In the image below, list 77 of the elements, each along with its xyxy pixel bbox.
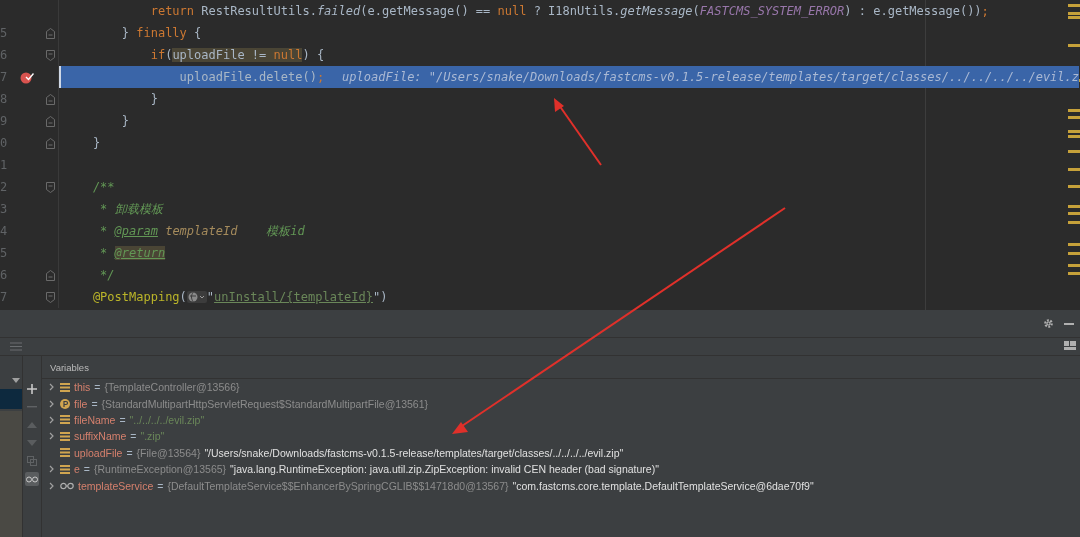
line-number: 6 — [0, 268, 9, 282]
variable-value: ".zip" — [140, 430, 165, 443]
code-token: /** — [91, 180, 115, 194]
variable-type: {RuntimeException@13565} — [94, 463, 227, 476]
code-token: uploadFile != — [172, 48, 274, 62]
line-number: 1 — [0, 158, 9, 172]
variable-value: "java.lang.RuntimeException: java.util.zip.ZipException: invalid CEN header (bad signature)" — [230, 463, 659, 476]
inline-value-hint: uploadFile: "/Users/snake/Downloads/fastcms-v0.1.5-release/templates/target/classes/../../../../evil.z — [342, 70, 1080, 84]
variable-name: this — [74, 381, 91, 394]
code-token: ( — [692, 4, 700, 18]
code-token: } — [91, 136, 101, 150]
variable-type: {File@13564} — [136, 446, 201, 459]
variable-name: uploadFile — [74, 446, 123, 459]
code-token: null — [497, 4, 527, 18]
code-token: * 卸载模板 — [99, 200, 163, 218]
code-token: 模板id — [265, 222, 305, 240]
equals-sign: = — [94, 381, 101, 394]
variable-name: fileName — [74, 413, 116, 426]
line-number: 6 — [0, 48, 9, 62]
code-token: ; — [981, 4, 989, 18]
variable-name: file — [74, 397, 88, 410]
code-token: finally — [136, 26, 187, 40]
variable-name: suffixName — [74, 430, 127, 443]
line-number: 0 — [0, 136, 9, 150]
variable-value: "../../../../evil.zip" — [129, 413, 205, 426]
line-number: 7 — [0, 290, 9, 304]
code-token: (e.getMessage() == — [360, 4, 492, 18]
variable-type: {TemplateController@13566} — [104, 381, 240, 394]
variable-type: {StandardMultipartHttpServletRequest$StandardMultipartFile@13561} — [101, 397, 428, 410]
code-token: RestResultUtils. — [200, 4, 317, 18]
code-token: ) { — [302, 48, 325, 62]
variable-name: e — [74, 463, 80, 476]
code-token: ( — [179, 290, 187, 304]
code-token: null — [273, 48, 303, 62]
code-token: templateId — [164, 224, 238, 238]
variable-value: "/Users/snake/Downloads/fastcms-v0.1.5-release/templates/target/classes/../../../../evil.zip" — [204, 446, 624, 459]
variable-name: templateService — [78, 479, 154, 492]
code-token: ") — [373, 290, 388, 304]
code-token: */ — [99, 268, 115, 282]
equals-sign: = — [126, 446, 133, 459]
code-token: uploadFile.delete() — [178, 70, 317, 84]
code-token: * — [99, 224, 109, 238]
code-token: FASTCMS_SYSTEM_ERROR — [699, 4, 845, 18]
line-number: 7 — [0, 70, 9, 84]
equals-sign: = — [83, 463, 90, 476]
line-number: 4 — [0, 224, 9, 238]
code-token: failed — [316, 4, 361, 18]
code-token: ) : e.getMessage()) — [844, 4, 982, 18]
code-token: " — [206, 290, 215, 304]
equals-sign: = — [157, 479, 164, 492]
line-number: 5 — [0, 246, 9, 260]
code-token: * — [99, 246, 109, 260]
line-number: 2 — [0, 180, 9, 194]
code-token: { — [193, 26, 202, 40]
code-token: unInstall/{templateId} — [214, 290, 373, 304]
code-token: @return — [114, 246, 166, 260]
code-token: ; — [316, 70, 325, 84]
code-token: } — [120, 114, 130, 128]
code-token: @PostMapping — [91, 290, 180, 304]
panel-title: Variables — [50, 361, 89, 373]
code-token: getMessage — [620, 4, 693, 18]
line-number: 8 — [0, 92, 9, 106]
line-number: 5 — [0, 26, 9, 40]
equals-sign: = — [119, 413, 126, 426]
equals-sign: = — [91, 397, 98, 410]
code-token: ( — [165, 48, 173, 62]
equals-sign: = — [130, 430, 137, 443]
code-token: } — [120, 26, 131, 40]
code-token: @param — [114, 224, 158, 238]
variable-type: {DefaultTemplateService$$EnhancerBySpringCGLIB$$14718d0@13567} — [167, 479, 509, 492]
variable-value: "com.fastcms.core.template.DefaultTemplateService@6dae70f9" — [512, 479, 814, 492]
code-token: } — [149, 92, 158, 106]
code-token: ? I18nUtils. — [532, 4, 621, 18]
line-number: 9 — [0, 114, 9, 128]
code-token: if — [149, 48, 166, 62]
line-number: 3 — [0, 202, 9, 216]
code-token: return — [149, 4, 195, 18]
